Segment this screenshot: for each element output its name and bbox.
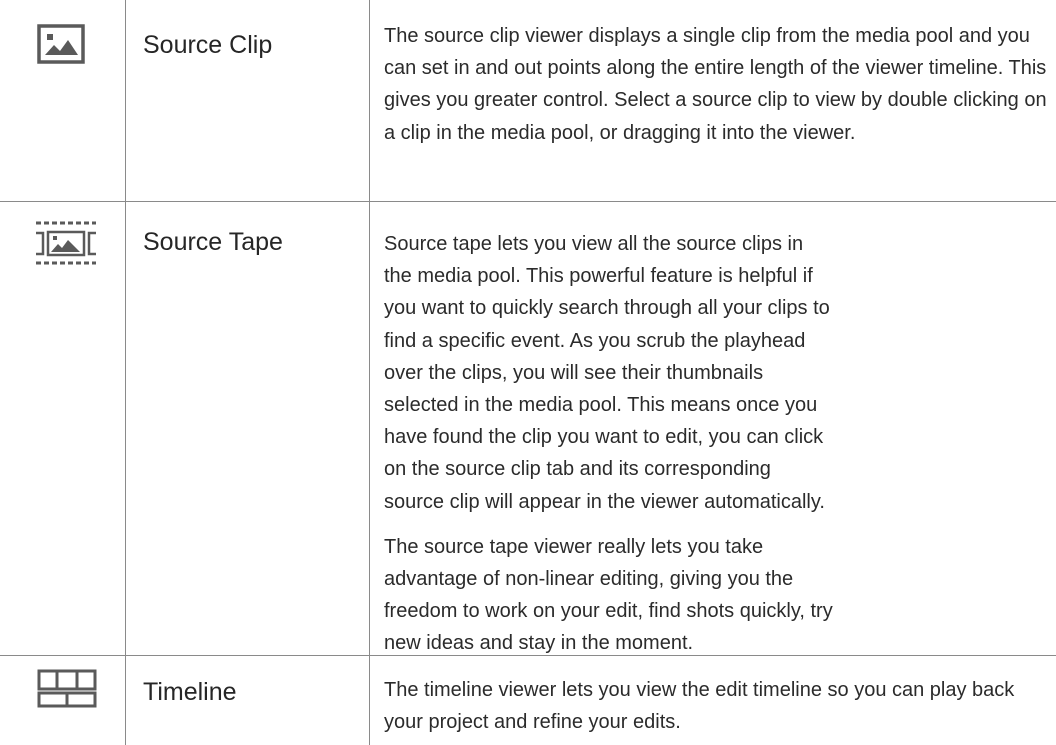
row-divider: [0, 201, 1056, 202]
column-divider: [125, 0, 126, 745]
description-paragraph: The source clip viewer displays a single…: [384, 25, 1047, 144]
row-description-timeline: The timeline viewer lets you view the ed…: [384, 674, 1049, 738]
column-divider: [369, 0, 370, 745]
row-name-source-clip: Source Clip: [143, 31, 273, 59]
timeline-icon: [37, 669, 97, 709]
row-description-source-tape: Source tape lets you view all the source…: [384, 228, 834, 660]
description-paragraph: The timeline viewer lets you view the ed…: [384, 679, 1015, 734]
viewer-modes-table: Source Clip The source clip viewer displ…: [0, 0, 1056, 745]
description-paragraph: Source tape lets you view all the source…: [384, 233, 830, 513]
row-name-timeline: Timeline: [143, 678, 237, 706]
source-tape-icon: [34, 220, 98, 266]
row-description-source-clip: The source clip viewer displays a single…: [384, 20, 1049, 149]
description-paragraph: The source tape viewer really lets you t…: [384, 535, 833, 655]
row-name-source-tape: Source Tape: [143, 228, 283, 256]
source-clip-icon: [37, 24, 85, 64]
